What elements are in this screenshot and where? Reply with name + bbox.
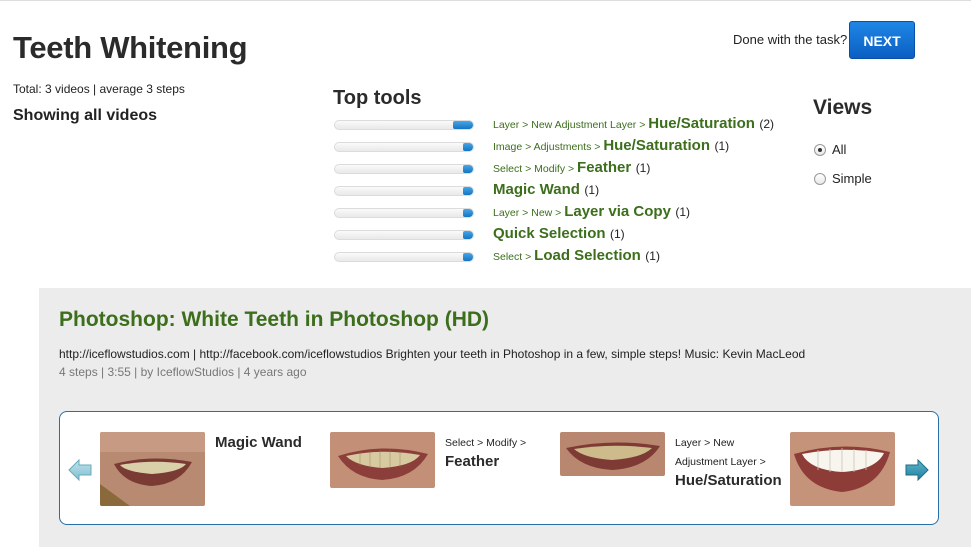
tool-label: Quick Selection (1)	[493, 225, 625, 243]
step-menu-path: Select > Modify >	[445, 437, 527, 449]
step-menu-path: Adjustment Layer >	[675, 456, 766, 468]
tool-usage-bar	[334, 186, 474, 196]
showing-filter-label: Showing all videos	[13, 107, 158, 124]
steps-carousel: Magic Wand Select > Modify > Feather Lay…	[59, 411, 939, 525]
view-option-label: Simple	[832, 171, 872, 186]
tool-name-link[interactable]: Hue/Saturation	[603, 137, 710, 154]
tool-usage-fill	[463, 143, 473, 151]
tool-label: Image > Adjustments > Hue/Saturation (1)	[493, 137, 729, 155]
tool-usage-fill	[463, 209, 473, 217]
tool-menu-path: Layer > New >	[493, 207, 565, 219]
tool-usage-bar	[334, 142, 474, 152]
tool-menu-path: Select >	[493, 251, 535, 263]
step-label: Magic Wand	[215, 434, 302, 451]
view-option-simple[interactable]: Simple	[814, 171, 872, 186]
view-option-all[interactable]: All	[814, 142, 846, 157]
done-prompt: Done with the task?	[733, 32, 848, 47]
top-divider	[0, 0, 971, 1]
tool-usage-bar	[334, 164, 474, 174]
tool-count: (2)	[759, 117, 775, 131]
step-thumbnail[interactable]	[790, 432, 895, 506]
view-option-label: All	[832, 142, 847, 157]
tool-label: Select > Load Selection (1)	[493, 247, 660, 265]
tool-count: (1)	[714, 139, 730, 153]
tool-usage-fill	[463, 231, 473, 239]
step-label: Select > Modify > Feather	[445, 434, 526, 470]
tool-usage-bar	[334, 208, 474, 218]
tool-label: Layer > New > Layer via Copy (1)	[493, 203, 690, 221]
step-menu-path: Layer > New	[675, 437, 735, 449]
tool-menu-path: Select > Modify >	[493, 163, 578, 175]
step-thumbnail[interactable]	[560, 432, 665, 476]
next-button[interactable]: NEXT	[849, 21, 915, 59]
tool-name-link[interactable]: Load Selection	[534, 247, 641, 264]
tool-name-link[interactable]: Quick Selection	[493, 225, 606, 242]
step-tool-name: Magic Wand	[215, 434, 302, 451]
video-summary: Total: 3 videos | average 3 steps	[13, 82, 185, 96]
tool-usage-fill	[453, 121, 473, 129]
tool-label: Magic Wand (1)	[493, 181, 599, 199]
step-label: Layer > New Adjustment Layer > Hue/Satur…	[675, 434, 782, 489]
tool-count: (1)	[610, 227, 625, 241]
radio-button[interactable]	[814, 144, 826, 156]
tool-usage-bar	[334, 120, 474, 130]
tool-usage-fill	[463, 187, 473, 195]
video-meta: 4 steps | 3:55 | by IceflowStudios | 4 y…	[59, 365, 307, 379]
tool-name-link[interactable]: Magic Wand	[493, 181, 580, 198]
tool-count: (1)	[584, 183, 600, 197]
step-thumbnail[interactable]	[330, 432, 435, 488]
tool-menu-path: Image > Adjustments >	[493, 141, 604, 153]
step-thumbnail[interactable]	[100, 432, 205, 506]
tool-count: (1)	[675, 205, 691, 219]
tool-usage-bar	[334, 252, 474, 262]
top-tools-title: Top tools	[333, 87, 422, 109]
views-title: Views	[813, 96, 873, 119]
tool-name-link[interactable]: Hue/Saturation	[648, 115, 755, 132]
radio-button[interactable]	[814, 173, 826, 185]
tool-usage-fill	[463, 165, 473, 173]
tool-menu-path: Layer > New Adjustment Layer >	[493, 119, 649, 131]
tool-count: (1)	[635, 161, 651, 175]
tool-label: Layer > New Adjustment Layer > Hue/Satur…	[493, 115, 774, 133]
tool-usage-fill	[463, 253, 473, 261]
arrow-left-icon[interactable]	[68, 459, 92, 481]
tool-count: (1)	[645, 249, 660, 263]
video-description: http://iceflowstudios.com | http://faceb…	[59, 347, 806, 361]
tool-label: Select > Modify > Feather (1)	[493, 159, 650, 177]
tool-name-link[interactable]: Feather	[577, 159, 631, 176]
step-tool-name: Hue/Saturation	[675, 472, 782, 489]
tool-name-link[interactable]: Layer via Copy	[564, 203, 671, 220]
arrow-right-icon[interactable]	[905, 459, 929, 481]
video-title-link[interactable]: Photoshop: White Teeth in Photoshop (HD)	[59, 308, 489, 332]
tool-usage-bar	[334, 230, 474, 240]
page-title: Teeth Whitening	[13, 30, 248, 65]
step-tool-name: Feather	[445, 453, 500, 470]
video-panel: Photoshop: White Teeth in Photoshop (HD)…	[39, 288, 971, 547]
